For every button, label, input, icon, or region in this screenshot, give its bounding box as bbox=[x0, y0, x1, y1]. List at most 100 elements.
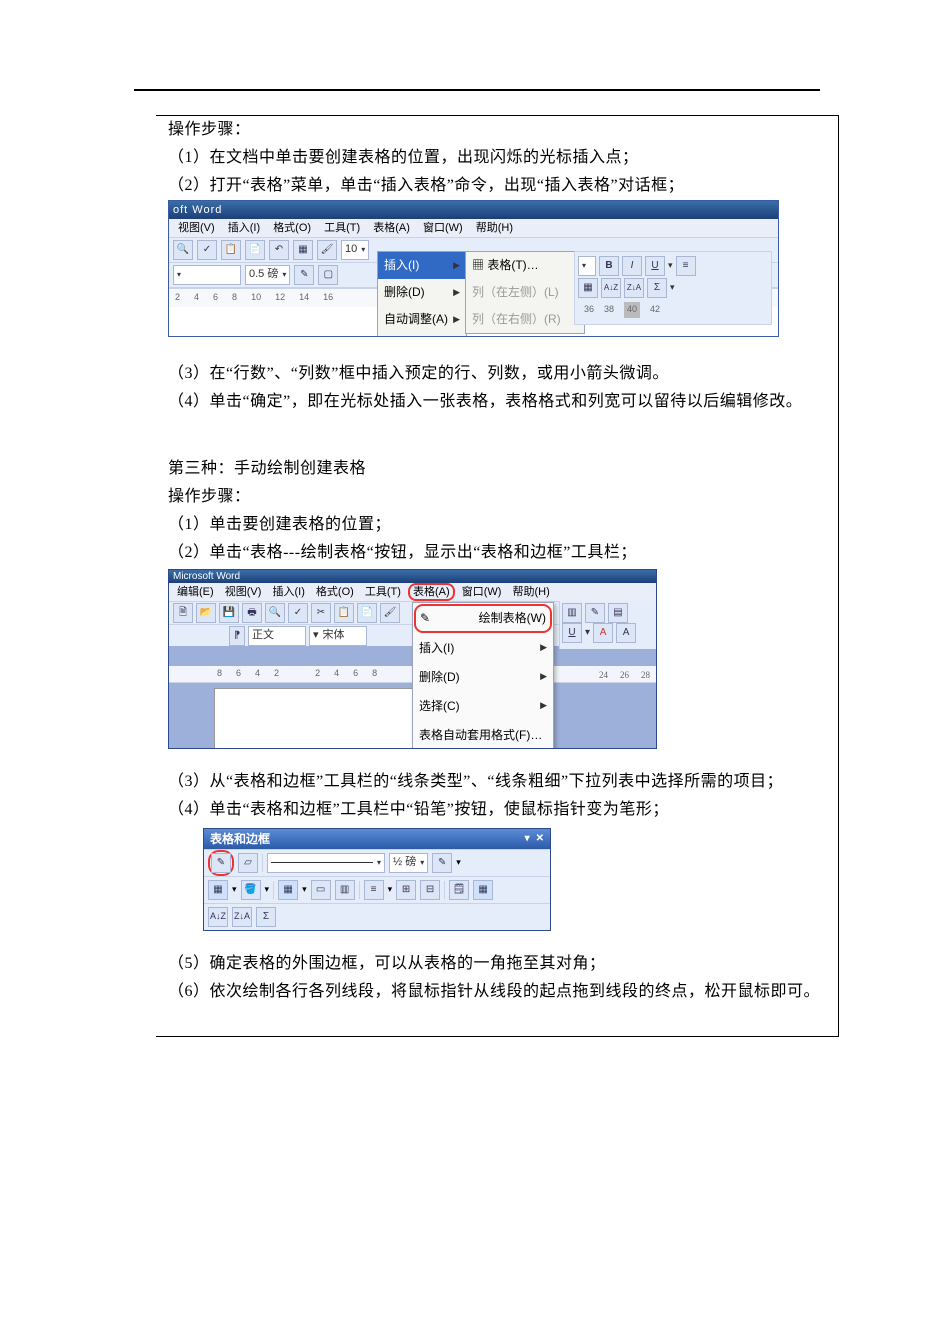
menu-insert-sub[interactable]: 插入(I)▶ bbox=[413, 634, 553, 663]
insert-table-icon[interactable]: ▦ bbox=[278, 880, 298, 900]
table-grid-icon[interactable]: ▦ bbox=[293, 240, 313, 260]
lineweight-dropdown[interactable]: 0.5 磅▾ bbox=[245, 265, 290, 285]
step-1-3: （3）在“行数”、“列数”框中插入预定的行、列数，或用小箭头微调。 bbox=[168, 360, 826, 388]
border-button[interactable]: ▦ bbox=[208, 880, 228, 900]
eraser-icon[interactable]: ▱ bbox=[238, 853, 258, 873]
submenu-col-right[interactable]: 列（在右侧）(R) bbox=[466, 306, 584, 333]
table-menu-insert[interactable]: 插入(I)▶ bbox=[378, 252, 466, 279]
toolbar-close-icon[interactable]: ✕ bbox=[536, 829, 544, 849]
fill-color-icon[interactable]: 🪣 bbox=[241, 880, 261, 900]
docmap-icon[interactable]: ▤ bbox=[608, 603, 628, 623]
merge-cells-icon[interactable]: ▭ bbox=[311, 880, 331, 900]
find-icon[interactable]: 🔍 bbox=[173, 240, 193, 260]
menu-tools-2[interactable]: 工具(T) bbox=[361, 583, 405, 601]
sort-desc-button-2[interactable]: Z↓A bbox=[232, 907, 252, 927]
align-icon[interactable]: ≡ bbox=[676, 256, 696, 276]
sort-asc-button-2[interactable]: A↓Z bbox=[208, 907, 228, 927]
pencil-icon-2[interactable]: ✎ bbox=[211, 853, 231, 873]
toolbar-options-icon[interactable]: ▾ bbox=[525, 829, 530, 849]
copy2-icon[interactable]: 📋 bbox=[334, 603, 354, 623]
header-rule bbox=[134, 89, 820, 91]
drawing-icon[interactable]: ✎ bbox=[585, 603, 605, 623]
cut-icon[interactable]: ✂ bbox=[311, 603, 331, 623]
menu-table-2-highlighted[interactable]: 表格(A) bbox=[408, 583, 455, 601]
underline-button[interactable]: U bbox=[645, 256, 665, 276]
pencil-button-highlighted[interactable]: ✎ bbox=[208, 850, 234, 876]
sort-desc-button[interactable]: Z↓A bbox=[624, 278, 644, 298]
style-name-dd[interactable]: 正文 bbox=[248, 626, 306, 646]
submenu-table[interactable]: ▦ 表格(T)… bbox=[466, 252, 584, 279]
preview-icon[interactable]: 🔍 bbox=[265, 603, 285, 623]
style-pane-icon[interactable]: ⁋ bbox=[229, 626, 245, 646]
menu-help-2[interactable]: 帮助(H) bbox=[509, 583, 554, 601]
dist-cols-icon[interactable]: ⊟ bbox=[420, 880, 440, 900]
print-icon[interactable]: 🖶 bbox=[242, 603, 262, 623]
table-style-icon[interactable]: ▦ bbox=[473, 880, 493, 900]
sort-asc-button[interactable]: A↓Z bbox=[601, 278, 621, 298]
columns-icon[interactable]: ▥ bbox=[562, 603, 582, 623]
menu-delete-sub[interactable]: 删除(D)▶ bbox=[413, 663, 553, 692]
undo-icon[interactable]: ↶ bbox=[269, 240, 289, 260]
underline2-button[interactable]: U bbox=[562, 623, 582, 643]
menu-select-sub[interactable]: 选择(C)▶ bbox=[413, 692, 553, 721]
autosum-button-2[interactable]: Σ bbox=[256, 907, 276, 927]
pen-color-icon[interactable]: ✎ bbox=[432, 853, 452, 873]
menu-tools[interactable]: 工具(T) bbox=[319, 219, 365, 237]
word-insert-table-screenshot: oft Word 视图(V) 插入(I) 格式(O) 工具(T) 表格(A) 窗… bbox=[168, 200, 779, 337]
paint-icon[interactable]: 🖌 bbox=[317, 240, 337, 260]
table-menu-autofit[interactable]: 自动调整(A)▶ bbox=[378, 306, 466, 333]
font-color-dd[interactable]: ▾ bbox=[578, 256, 596, 276]
spellcheck-icon[interactable]: ✓ bbox=[197, 240, 217, 260]
menu-autoformat[interactable]: 表格自动套用格式(F)… bbox=[413, 721, 553, 749]
menu-format[interactable]: 格式(O) bbox=[268, 219, 316, 237]
paste2-icon[interactable]: 📄 bbox=[357, 603, 377, 623]
table-menu-expand[interactable]: ▾ bbox=[378, 333, 466, 337]
border-icon[interactable]: ▢ bbox=[318, 265, 338, 285]
step-3-2: （2）单击“表格---绘制表格“按钮，显示出“表格和边框”工具栏； bbox=[168, 539, 826, 567]
menu-insert-2[interactable]: 插入(I) bbox=[268, 583, 308, 601]
menu-insert[interactable]: 插入(I) bbox=[223, 219, 265, 237]
bold-button[interactable]: B bbox=[599, 256, 619, 276]
menu-draw-table-highlighted[interactable]: ✎ 绘制表格(W) bbox=[414, 604, 552, 633]
menu-table[interactable]: 表格(A) bbox=[368, 219, 415, 237]
menu-edit-2[interactable]: 编辑(E) bbox=[173, 583, 218, 601]
new-icon[interactable]: 🗎 bbox=[173, 603, 193, 623]
table-menu-open: 插入(I)▶ 删除(D)▶ 自动调整(A)▶ ▾ bbox=[377, 251, 467, 337]
table-menu-delete[interactable]: 删除(D)▶ bbox=[378, 279, 466, 306]
document-page: 操作步骤： （1）在文档中单击要创建表格的位置，出现闪烁的光标插入点； （2）打… bbox=[0, 0, 950, 1344]
menu-window[interactable]: 窗口(W) bbox=[418, 219, 468, 237]
toolbar-row-3: A↓Z Z↓A Σ bbox=[204, 903, 550, 930]
step-3-4: （4）单击“表格和边框”工具栏中“铅笔”按钮，使鼠标指针变为笔形； bbox=[168, 796, 826, 824]
split-cells-icon[interactable]: ▥ bbox=[335, 880, 355, 900]
save-icon[interactable]: 💾 bbox=[219, 603, 239, 623]
line-style-dropdown[interactable]: ▾ bbox=[267, 853, 385, 873]
ruler-right-2: 24 26 28 bbox=[599, 668, 650, 684]
font-a2[interactable]: A bbox=[616, 623, 636, 643]
step-1-2: （2）打开“表格”菜单，单击“插入表格”命令，出现“插入表格”对话框； bbox=[168, 172, 826, 200]
font-a1[interactable]: A bbox=[593, 623, 613, 643]
tables-borders-toolbar-screenshot: 表格和边框 ▾ ✕ ✎ ▱ ▾ ½ 磅▾ ✎▾ bbox=[203, 828, 551, 931]
menu-help[interactable]: 帮助(H) bbox=[471, 219, 518, 237]
submenu-col-left[interactable]: 列（在左侧）(L) bbox=[466, 279, 584, 306]
font-name-dd[interactable]: ▾ 宋体 bbox=[309, 626, 367, 646]
table-icon[interactable]: ▦ bbox=[578, 278, 598, 298]
paste-icon[interactable]: 📄 bbox=[245, 240, 265, 260]
zoom-dropdown[interactable]: 10▾ bbox=[341, 240, 369, 260]
menu-window-2[interactable]: 窗口(W) bbox=[458, 583, 506, 601]
spell-icon[interactable]: ✓ bbox=[288, 603, 308, 623]
style-dropdown[interactable]: ▾ bbox=[173, 265, 241, 285]
align-button[interactable]: ≡ bbox=[364, 880, 384, 900]
copy-icon[interactable]: 📋 bbox=[221, 240, 241, 260]
format-painter-icon[interactable]: 🖌 bbox=[380, 603, 400, 623]
open-icon[interactable]: 📂 bbox=[196, 603, 216, 623]
menu-view[interactable]: 视图(V) bbox=[173, 219, 220, 237]
pencil-icon[interactable]: ✎ bbox=[294, 265, 314, 285]
menu-format-2[interactable]: 格式(O) bbox=[312, 583, 358, 601]
italic-button[interactable]: I bbox=[622, 256, 642, 276]
toolbar-row-2: ▦▾ 🪣▾ ▦▾ ▭ ▥ ≡▾ ⊞ ⊟ 🗒 ▦ bbox=[204, 876, 550, 903]
menu-view-2[interactable]: 视图(V) bbox=[221, 583, 266, 601]
line-weight-dropdown[interactable]: ½ 磅▾ bbox=[389, 853, 428, 873]
autosum-button[interactable]: Σ bbox=[647, 278, 667, 298]
dist-rows-icon[interactable]: ⊞ bbox=[396, 880, 416, 900]
autoformat-icon[interactable]: 🗒 bbox=[449, 880, 469, 900]
